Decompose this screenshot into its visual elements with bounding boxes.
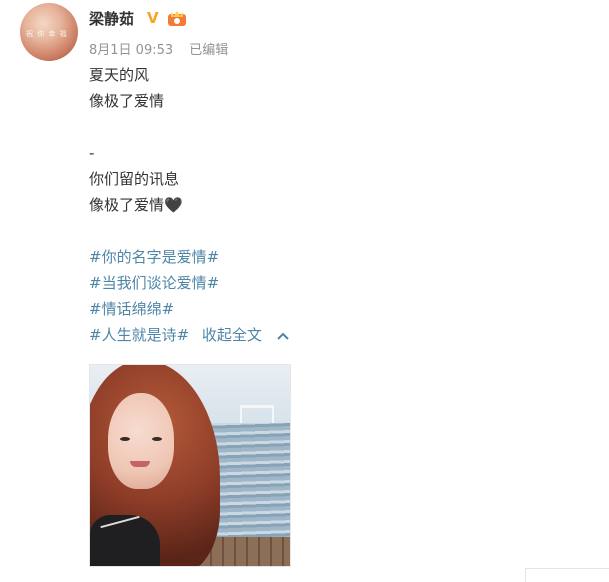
post-date[interactable]: 8月1日 09:53	[89, 43, 173, 58]
post-line: 像极了爱情	[89, 92, 165, 110]
avatar-caption: 祝 你 幸 福	[26, 30, 68, 38]
bottom-panel-edge	[525, 568, 609, 582]
hashtag-link[interactable]: #你的名字是爱情#	[89, 248, 219, 266]
hashtag-link[interactable]: #当我们谈论爱情#	[89, 274, 219, 292]
collapse-text-link[interactable]: 收起全文	[202, 326, 262, 344]
photo-lips	[130, 461, 150, 467]
avatar[interactable]: 祝 你 幸 福	[20, 3, 78, 61]
verified-icon[interactable]: V	[147, 10, 163, 26]
post-line: -	[89, 144, 95, 162]
post-photo[interactable]	[89, 364, 291, 567]
hashtag-link[interactable]: #人生就是诗#	[89, 326, 189, 344]
post-line: 像极了爱情🖤	[89, 196, 183, 214]
post-body: 夏天的风 像极了爱情 - 你们留的讯息 像极了爱情🖤 #你的名字是爱情# #当我…	[89, 62, 289, 348]
photo-jacket	[90, 515, 160, 566]
post-line: 夏天的风	[89, 66, 150, 84]
vip-crown-icon[interactable]	[167, 9, 187, 27]
photo-eye	[152, 437, 162, 441]
photo-eye	[120, 437, 130, 441]
post-line: 你们留的讯息	[89, 170, 180, 188]
username[interactable]: 梁静茹	[89, 8, 134, 29]
photo-face	[108, 393, 174, 489]
post-meta: 8月1日 09:53 已编辑	[89, 39, 240, 58]
hashtag-link[interactable]: #情话绵绵#	[89, 300, 174, 318]
edited-label: 已编辑	[189, 43, 229, 58]
chevron-up-icon[interactable]	[277, 331, 289, 341]
